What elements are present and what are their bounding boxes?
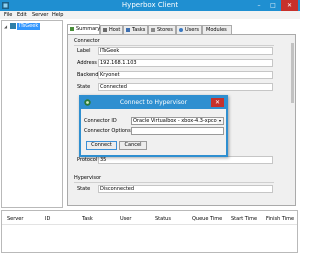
connect-hypervisor-dialog: Connect to Hypervisor ✕ Connector ID Ora… [79, 95, 228, 157]
column-header-start-time[interactable]: Start Time [231, 216, 257, 222]
task-table: Server ID Task User Status Queue Time St… [1, 210, 298, 253]
connector-id-select[interactable]: Oracle Virtualbox - xbox-4.3-xpcom ▾ [131, 117, 224, 125]
field-label-label: Label [77, 48, 91, 54]
field-value-label: ITsGeek [98, 47, 273, 55]
host-icon [103, 28, 107, 32]
tab-tasks[interactable]: Tasks [123, 25, 148, 34]
field-label-hypervisor-state: State [77, 186, 91, 192]
field-label-protocol: Protocol [77, 157, 98, 163]
field-label-backend: Backend [77, 72, 99, 78]
tab-users[interactable]: Users [176, 25, 202, 34]
column-header-finish-time[interactable]: Finish Time [266, 216, 294, 222]
expand-icon[interactable]: ◢ [4, 24, 9, 29]
field-value-backend: Kryonet [98, 71, 273, 79]
tab-modules[interactable]: Modules [202, 25, 232, 34]
field-value-hypervisor-state: Disconnected [98, 185, 273, 193]
stores-icon [151, 28, 155, 32]
connector-section-title: Connector [74, 38, 100, 44]
server-tree: ◢ ITsGeek [1, 20, 63, 208]
column-header-server[interactable]: Server [7, 216, 23, 222]
section-divider [74, 45, 274, 46]
tree-node-server[interactable]: ◢ ITsGeek [4, 23, 50, 30]
tab-bar: Summary Host Tasks Stores Users Modules [67, 24, 237, 34]
section-divider [74, 182, 274, 183]
menu-edit[interactable]: Edit [17, 12, 27, 18]
field-label-state: State [77, 84, 91, 90]
dialog-titlebar[interactable]: Connect to Hypervisor ✕ [81, 97, 226, 109]
tree-node-label[interactable]: ITsGeek [17, 23, 41, 30]
menu-bar: File Edit Server Help [0, 11, 300, 19]
summary-icon [70, 27, 74, 31]
tab-stores[interactable]: Stores [148, 25, 176, 34]
field-value-state: Connected [98, 83, 273, 91]
column-header-task[interactable]: Task [82, 216, 93, 222]
panel-scrollbar[interactable] [290, 36, 295, 204]
field-value-protocol: 35 [98, 156, 273, 164]
scrollbar-thumb[interactable] [291, 43, 294, 103]
menu-file[interactable]: File [4, 12, 12, 18]
close-button[interactable]: ✕ [281, 0, 298, 11]
menu-server[interactable]: Server [32, 12, 48, 18]
cancel-button[interactable]: Cancel [119, 141, 147, 150]
server-icon [10, 23, 16, 29]
column-header-status[interactable]: Status [155, 216, 171, 222]
connector-id-label: Connector ID [84, 118, 117, 124]
chevron-down-icon[interactable]: ▾ [217, 118, 223, 124]
column-header-id[interactable]: ID [45, 216, 50, 222]
connector-options-label: Connector Options [84, 128, 131, 134]
dialog-title: Connect to Hypervisor [119, 99, 188, 106]
tab-summary[interactable]: Summary [67, 24, 100, 34]
dialog-close-button[interactable]: ✕ [211, 98, 224, 107]
minimize-button[interactable]: – [252, 0, 266, 11]
tab-host[interactable]: Host [100, 25, 123, 34]
hypervisor-section-title: Hypervisor [74, 175, 102, 181]
maximize-button[interactable]: □ [266, 0, 280, 11]
connect-button[interactable]: Connect [86, 141, 117, 150]
column-header-queue-time[interactable]: Queue Time [192, 216, 222, 222]
field-value-address: 192.168.1.103 [98, 59, 273, 67]
column-header-user[interactable]: User [120, 216, 131, 222]
connector-id-value: Oracle Virtualbox - xbox-4.3-xpcom [133, 118, 222, 124]
header-divider [2, 224, 297, 225]
field-label-address: Address [77, 60, 97, 66]
window-titlebar[interactable]: Hyperbox Client – □ ✕ [0, 0, 300, 11]
tasks-icon [126, 28, 130, 32]
menu-help[interactable]: Help [52, 12, 63, 18]
connector-options-input[interactable] [131, 127, 224, 135]
users-icon [179, 28, 183, 32]
